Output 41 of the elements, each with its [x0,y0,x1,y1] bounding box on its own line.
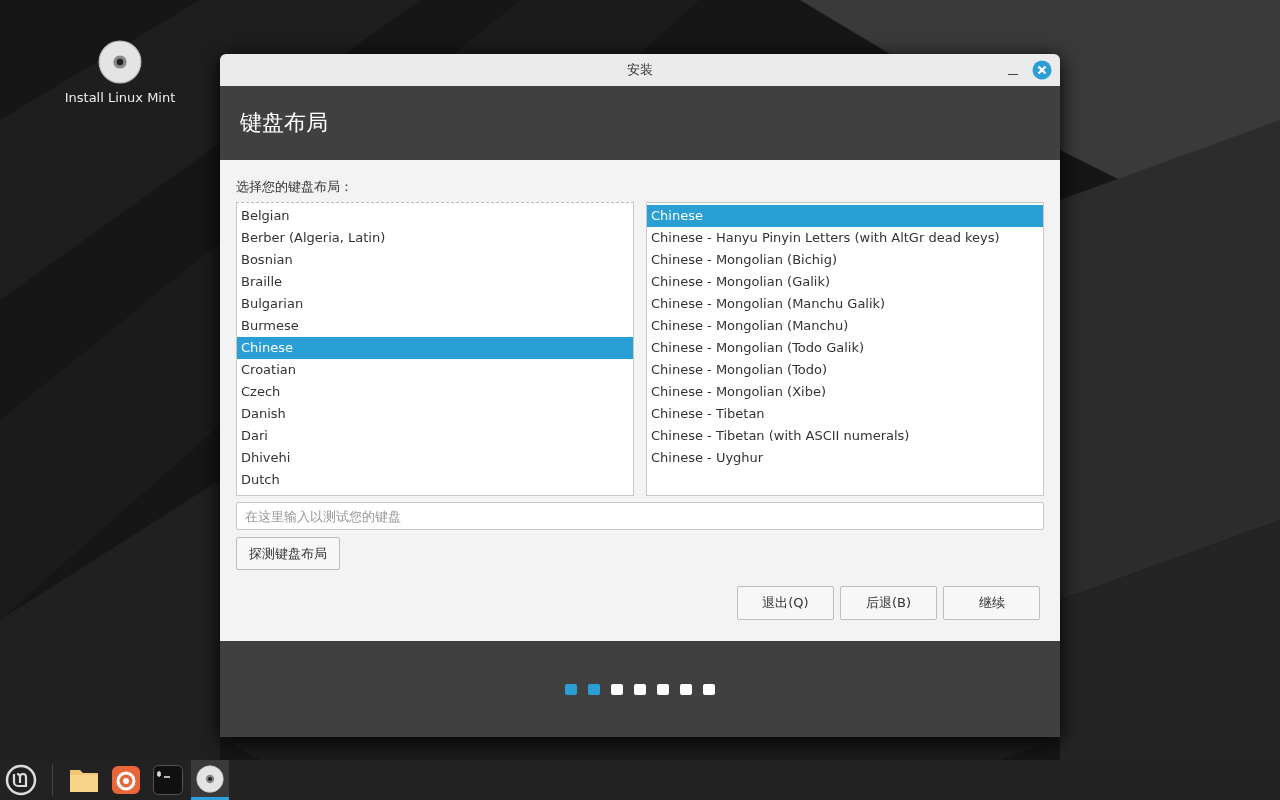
taskbar-active-item[interactable] [191,760,229,800]
folder-icon[interactable] [69,767,99,793]
list-item[interactable]: Chinese - Mongolian (Todo Galik) [647,337,1043,359]
list-item[interactable]: Danish [237,403,633,425]
list-item[interactable]: Chinese - Tibetan [647,403,1043,425]
list-item[interactable]: Chinese - Mongolian (Manchu) [647,315,1043,337]
list-item[interactable]: Dhivehi [237,447,633,469]
list-item[interactable]: Chinese - Mongolian (Galik) [647,271,1043,293]
quit-button[interactable]: 退出(Q) [737,586,834,620]
list-item[interactable]: Chinese - Mongolian (Bichig) [647,249,1043,271]
menu-icon[interactable] [5,764,37,796]
browser-icon[interactable] [112,766,140,794]
list-item[interactable]: Czech [237,381,633,403]
list-item[interactable]: Bosnian [237,249,633,271]
minimize-button[interactable] [1008,73,1018,75]
close-icon[interactable] [1032,60,1052,80]
list-item[interactable]: Berber (Algeria, Latin) [237,227,633,249]
disc-icon [98,40,142,84]
list-item[interactable]: Chinese - Uyghur [647,447,1043,469]
desktop-icon-label[interactable]: Install Linux Mint [64,90,176,105]
list-item[interactable]: Chinese - Hanyu Pinyin Letters (with AltGr dead keys) [647,227,1043,249]
list-item[interactable]: Burmese [237,315,633,337]
window-title: 安装 [627,61,653,79]
list-item[interactable]: Chinese - Mongolian (Manchu Galik) [647,293,1043,315]
list-item[interactable]: Chinese - Mongolian (Todo) [647,359,1043,381]
continue-button[interactable]: 继续 [943,586,1040,620]
list-item[interactable]: Chinese - Mongolian (Xibe) [647,381,1043,403]
list-item[interactable]: Belgian [237,205,633,227]
detect-layout-button[interactable]: 探测键盘布局 [236,537,340,570]
list-item[interactable]: Dari [237,425,633,447]
list-item[interactable]: Croatian [237,359,633,381]
list-item[interactable]: Chinese - Tibetan (with ASCII numerals) [647,425,1043,447]
list-item[interactable]: Bulgarian [237,293,633,315]
page-heading: 键盘布局 [240,109,328,137]
prompt-label: 选择您的键盘布局： [236,178,354,196]
list-item[interactable]: Braille [237,271,633,293]
terminal-icon[interactable] [153,765,183,795]
list-item[interactable]: Dutch [237,469,633,491]
back-button[interactable]: 后退(B) [840,586,937,620]
disc-icon [196,764,224,793]
input-field[interactable]: 在这里输入以测试您的键盘 [236,502,1044,530]
